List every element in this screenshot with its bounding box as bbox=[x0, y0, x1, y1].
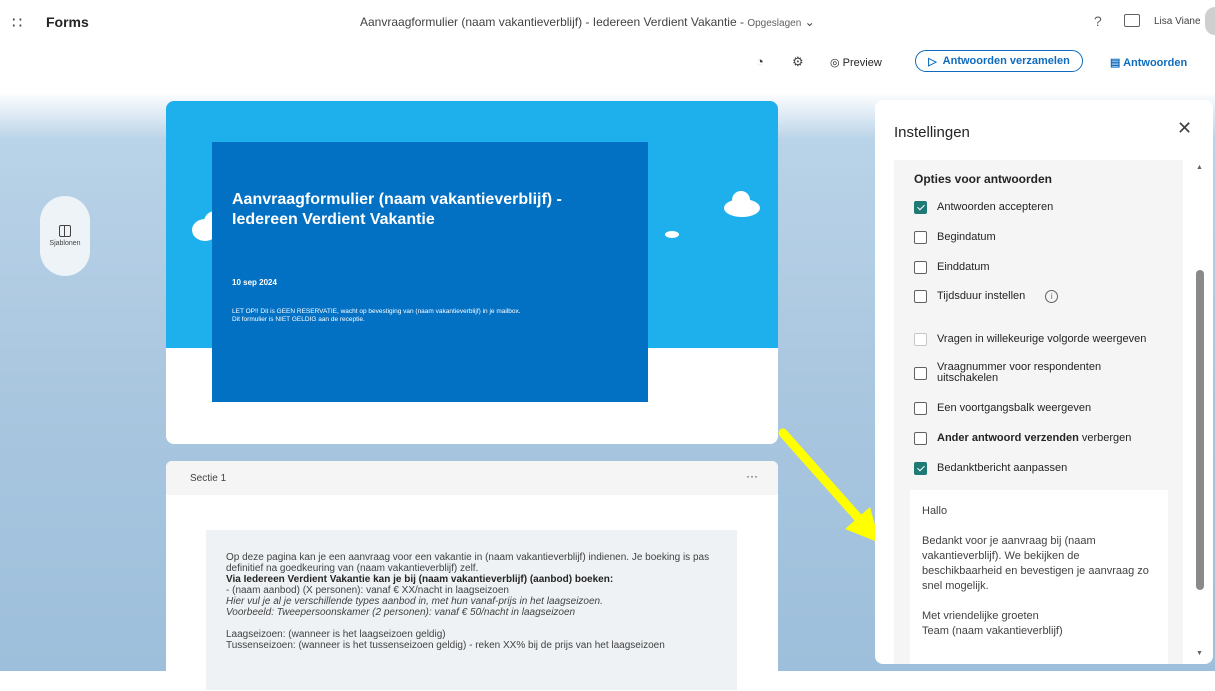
checkbox-disabled[interactable] bbox=[914, 333, 927, 346]
collect-responses-button[interactable]: ▷ Antwoorden verzamelen bbox=[915, 50, 1083, 72]
document-title-text: Aanvraagformulier (naam vakantieverblijf… bbox=[360, 15, 737, 29]
gear-icon[interactable]: ⚙ bbox=[792, 54, 804, 70]
send-icon: ▷ bbox=[928, 55, 937, 68]
scrollbar[interactable]: ▲ ▼ bbox=[1194, 160, 1206, 664]
responses-tab[interactable]: ▤ Antwoorden bbox=[1110, 56, 1187, 69]
eye-icon: ◎ bbox=[830, 57, 840, 69]
thank-you-message-input[interactable]: Hallo Bedankt voor je aanvraag bij (naam… bbox=[910, 490, 1168, 664]
checkbox-checked[interactable] bbox=[914, 462, 927, 475]
checkbox[interactable] bbox=[914, 367, 927, 380]
description-line-italic: Hier vul je al je verschillende types aa… bbox=[226, 596, 603, 607]
option-end-date[interactable]: Einddatum bbox=[914, 261, 1174, 274]
option-label: Einddatum bbox=[937, 261, 990, 273]
chevron-down-icon[interactable]: ⌄ bbox=[805, 15, 815, 29]
form-notice: LET OP!! Dit is GEEN RESERVATIE, wacht o… bbox=[232, 308, 632, 324]
response-options-heading: Opties voor antwoorden bbox=[914, 172, 1053, 186]
cloud-icon bbox=[732, 191, 750, 209]
option-progress-bar[interactable]: Een voortgangsbalk weergeven bbox=[914, 402, 1174, 415]
form-title[interactable]: Aanvraagformulier (naam vakantieverblijf… bbox=[232, 190, 632, 230]
description-spacer bbox=[226, 618, 719, 629]
description-line: Op deze pagina kan je een aanvraag voor … bbox=[226, 552, 710, 574]
message-line: Hallo bbox=[922, 505, 948, 517]
description-line-bold: Via Iedereen Verdient Vakantie kan je bi… bbox=[226, 574, 614, 585]
option-start-date[interactable]: Begindatum bbox=[914, 231, 1174, 244]
collect-responses-label: Antwoorden verzamelen bbox=[942, 55, 1070, 67]
message-line: Team (naam vakantieverblijf) bbox=[922, 625, 1063, 637]
option-label: Een voortgangsbalk weergeven bbox=[937, 402, 1092, 414]
saved-status: Opgeslagen bbox=[747, 18, 802, 29]
checkbox[interactable] bbox=[914, 432, 927, 445]
scroll-down-icon[interactable]: ▼ bbox=[1196, 650, 1203, 657]
section-header: Sectie 1 ··· bbox=[166, 461, 778, 495]
templates-button[interactable]: Sjablonen bbox=[40, 196, 90, 276]
avatar[interactable] bbox=[1205, 7, 1215, 35]
form-date: 10 sep 2024 bbox=[232, 278, 277, 287]
title-separator: - bbox=[739, 15, 744, 29]
bar-chart-icon: ▤ bbox=[1110, 57, 1121, 69]
more-options-icon[interactable]: ··· bbox=[746, 469, 758, 483]
option-label: Antwoorden accepteren bbox=[937, 201, 1054, 213]
app-name[interactable]: Forms bbox=[46, 14, 89, 30]
checkbox[interactable] bbox=[914, 231, 927, 244]
top-bar: ∷ Forms Aanvraagformulier (naam vakantie… bbox=[0, 0, 1215, 44]
notice-line: Dit formulier is NIET GELDIG aan de rece… bbox=[232, 316, 365, 323]
app-launcher-icon[interactable]: ∷ bbox=[12, 13, 22, 33]
info-icon[interactable]: i bbox=[1045, 290, 1059, 303]
option-label: Bedanktbericht aanpassen bbox=[937, 462, 1068, 474]
responses-label: Antwoorden bbox=[1123, 57, 1188, 69]
option-set-duration[interactable]: Tijdsduur instellen i bbox=[914, 290, 1174, 303]
header-image-panel: Aanvraagformulier (naam vakantieverblijf… bbox=[212, 142, 648, 402]
scroll-up-icon[interactable]: ▲ bbox=[1196, 164, 1203, 171]
message-line: Met vriendelijke groeten bbox=[922, 610, 1039, 622]
option-label: Vragen in willekeurige volgorde weergeve… bbox=[937, 333, 1147, 345]
user-name[interactable]: Lisa Viane bbox=[1154, 16, 1201, 27]
section-label: Sectie 1 bbox=[190, 473, 227, 484]
scrollbar-thumb[interactable] bbox=[1196, 270, 1204, 590]
checkbox-checked[interactable] bbox=[914, 201, 927, 214]
checkbox[interactable] bbox=[914, 402, 927, 415]
option-customize-thanks[interactable]: Bedanktbericht aanpassen bbox=[914, 462, 1174, 475]
description-line: Laagseizoen: (wanneer is het laagseizoen… bbox=[226, 629, 446, 640]
option-shuffle-questions[interactable]: Vragen in willekeurige volgorde weergeve… bbox=[914, 333, 1174, 346]
option-label: Begindatum bbox=[937, 231, 996, 243]
preview-button[interactable]: ◎ Preview bbox=[830, 56, 882, 69]
settings-panel: Instellingen ✕ Opties voor antwoorden An… bbox=[875, 100, 1213, 664]
palette-icon[interactable]: ◔ bbox=[756, 54, 764, 69]
message-line: Bedankt voor je aanvraag bij (naam vakan… bbox=[922, 535, 1149, 592]
settings-title: Instellingen bbox=[894, 124, 970, 141]
option-label: Ander antwoord verzenden verbergen bbox=[937, 432, 1132, 444]
description-line-italic: Voorbeeld: Tweepersoonskamer (2 personen… bbox=[226, 607, 576, 618]
checkbox[interactable] bbox=[914, 261, 927, 274]
form-header-card[interactable]: Aanvraagformulier (naam vakantieverblijf… bbox=[166, 101, 778, 444]
description-line: Tussenseizoen: (wanneer is het tussensei… bbox=[226, 640, 665, 651]
section-card[interactable]: Sectie 1 ··· Op deze pagina kan je een a… bbox=[166, 461, 778, 691]
cloud-icon bbox=[665, 231, 679, 238]
section-description[interactable]: Op deze pagina kan je een aanvraag voor … bbox=[206, 530, 737, 690]
checkbox[interactable] bbox=[914, 290, 927, 303]
settings-scroll-area[interactable]: Opties voor antwoorden Antwoorden accept… bbox=[894, 160, 1183, 664]
option-accept-responses[interactable]: Antwoorden accepteren bbox=[914, 201, 1174, 214]
feedback-icon[interactable] bbox=[1124, 14, 1140, 27]
document-title[interactable]: Aanvraagformulier (naam vakantieverblijf… bbox=[360, 15, 815, 29]
templates-label: Sjablonen bbox=[49, 240, 81, 247]
notice-line: LET OP!! Dit is GEEN RESERVATIE, wacht o… bbox=[232, 308, 521, 315]
close-icon[interactable]: ✕ bbox=[1177, 118, 1192, 139]
template-icon bbox=[59, 225, 71, 237]
option-label: Tijdsduur instellen bbox=[937, 290, 1026, 302]
preview-label: Preview bbox=[842, 57, 882, 69]
option-label: Vraagnummer voor respondenten uitschakel… bbox=[937, 361, 1102, 384]
option-hide-submit-another[interactable]: Ander antwoord verzenden verbergen bbox=[914, 432, 1174, 445]
description-line: - (naam aanbod) (X personen): vanaf € XX… bbox=[226, 585, 509, 596]
help-icon[interactable]: ? bbox=[1094, 13, 1102, 29]
option-disable-question-numbers[interactable]: Vraagnummer voor respondenten uitschakel… bbox=[914, 362, 1174, 384]
